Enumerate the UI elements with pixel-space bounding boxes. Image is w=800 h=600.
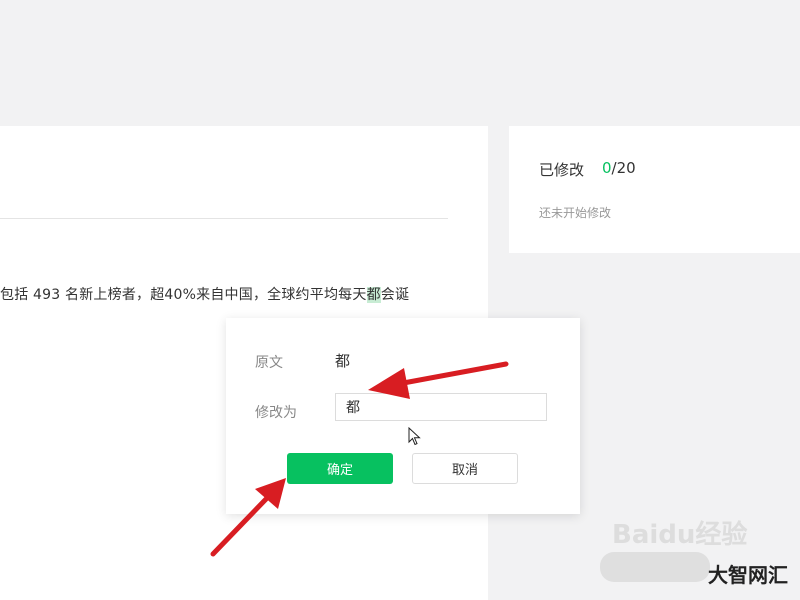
original-value: 都 — [335, 352, 351, 370]
edit-input[interactable] — [335, 393, 547, 421]
modified-total: /20 — [611, 159, 636, 177]
modified-count: 0/20 — [602, 159, 636, 177]
modification-summary-panel: 已修改 0/20 还未开始修改 — [509, 126, 800, 253]
top-bar — [0, 0, 800, 126]
article-text: 包括 493 名新上榜者，超40%来自中国，全球约平均每天都会诞 — [0, 284, 470, 304]
page: 包括 493 名新上榜者，超40%来自中国，全球约平均每天都会诞 已修改 0/2… — [0, 0, 800, 600]
watermark-text: 大智网汇 — [708, 563, 788, 587]
status-text: 还未开始修改 — [539, 206, 612, 220]
watermark-blur — [600, 552, 710, 582]
divider — [0, 218, 448, 219]
baidu-watermark-logo: Baidu经验 — [612, 520, 748, 550]
original-label: 原文 — [255, 355, 283, 371]
edit-label: 修改为 — [255, 405, 297, 421]
modified-label: 已修改 — [539, 161, 585, 179]
modified-done-count: 0 — [602, 159, 612, 177]
mouse-cursor-icon — [408, 427, 421, 446]
highlighted-character[interactable]: 都 — [366, 287, 381, 303]
article-text-before: 包括 493 名新上榜者，超40%来自中国，全球约平均每天 — [0, 287, 367, 303]
article-text-after: 会诞 — [380, 287, 410, 303]
cancel-button[interactable]: 取消 — [412, 453, 518, 484]
confirm-button[interactable]: 确定 — [287, 453, 393, 484]
edit-dialog: 原文 都 修改为 确定 取消 — [226, 318, 580, 514]
